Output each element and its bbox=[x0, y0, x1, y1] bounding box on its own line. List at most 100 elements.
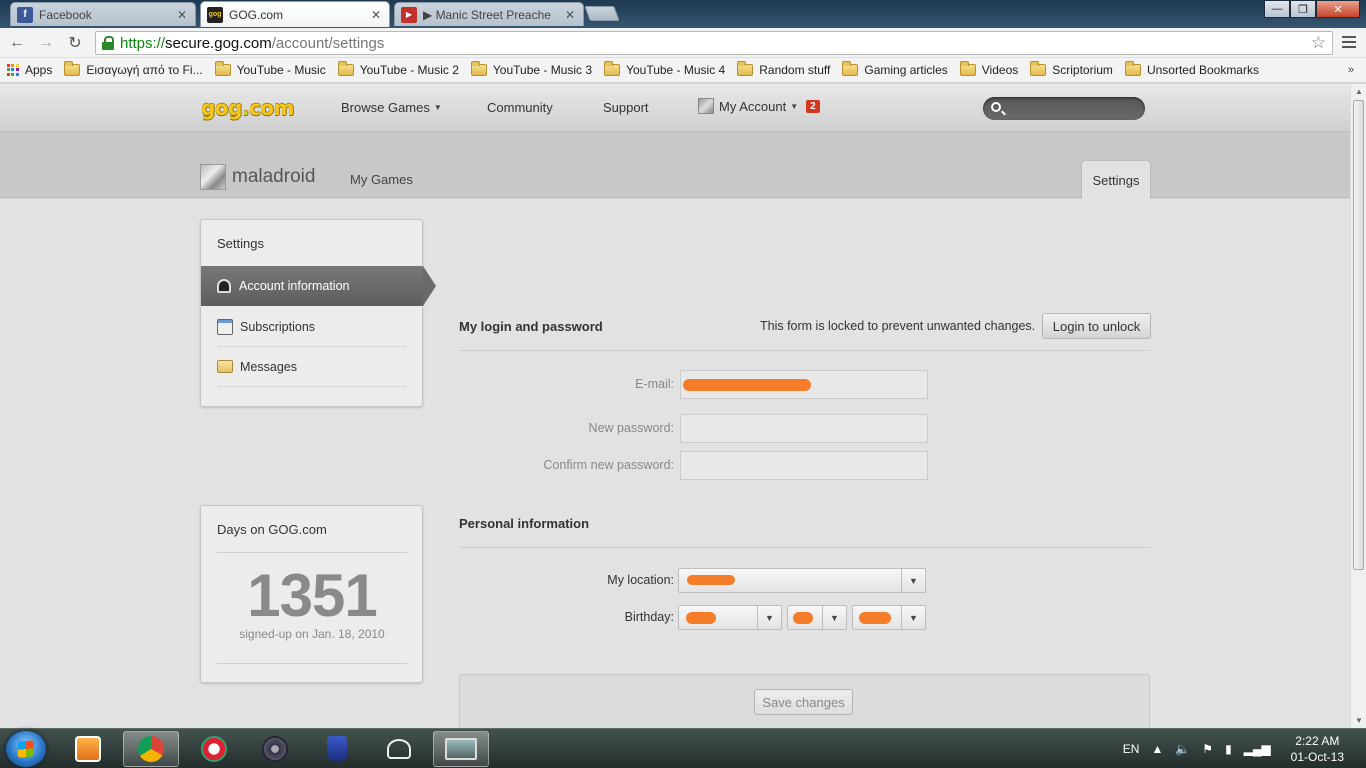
close-tab-icon[interactable]: ✕ bbox=[369, 8, 383, 22]
nav-support[interactable]: Support bbox=[603, 100, 649, 115]
tab-facebook[interactable]: f Facebook ✕ bbox=[10, 2, 196, 26]
chevron-down-icon: ▼ bbox=[822, 606, 846, 629]
back-arrow-icon[interactable]: ← bbox=[7, 33, 27, 53]
reload-icon[interactable]: ↻ bbox=[65, 33, 85, 53]
tab-settings[interactable]: Settings bbox=[1081, 160, 1151, 199]
form-locked-message: This form is locked to prevent unwanted … bbox=[760, 319, 1036, 333]
notification-badge[interactable]: 2 bbox=[806, 99, 820, 113]
bookmark-folder[interactable]: Random stuff bbox=[737, 61, 830, 77]
network-icon[interactable]: ▂▄▆ bbox=[1244, 742, 1271, 756]
sidebar-item-messages[interactable]: Messages bbox=[217, 347, 407, 387]
close-window-icon[interactable]: ✕ bbox=[1316, 0, 1360, 18]
email-label: E-mail: bbox=[635, 377, 674, 391]
taskbar-chrome[interactable] bbox=[123, 731, 179, 767]
forward-arrow-icon[interactable]: → bbox=[36, 33, 56, 53]
birthday-year-select[interactable]: ▼ bbox=[852, 605, 926, 630]
bookmark-folder[interactable]: Gaming articles bbox=[842, 61, 948, 77]
confirm-password-field[interactable] bbox=[680, 451, 928, 480]
scroll-up-icon[interactable]: ▲ bbox=[1355, 87, 1363, 96]
url-host: secure.gog.com bbox=[165, 34, 272, 52]
birthday-day-select[interactable]: ▼ bbox=[787, 605, 847, 630]
personal-section-title: Personal information bbox=[459, 516, 590, 531]
taskbar-monitor-app[interactable] bbox=[433, 731, 489, 767]
days-count: 1351 bbox=[247, 562, 377, 629]
window-controls: — ❐ ✕ bbox=[1264, 0, 1360, 18]
language-indicator[interactable]: EN bbox=[1123, 742, 1140, 756]
new-tab-button[interactable] bbox=[584, 6, 620, 21]
bookmark-label: Videos bbox=[981, 63, 1019, 77]
tray-expand-icon[interactable]: ▲ bbox=[1151, 742, 1163, 756]
redaction-mark bbox=[793, 612, 813, 624]
chevron-down-icon: ▼ bbox=[901, 606, 925, 629]
avatar[interactable] bbox=[200, 164, 226, 190]
taskbar-clock[interactable]: 2:22 AM 01-Oct-13 bbox=[1291, 733, 1344, 765]
taskbar-media-player[interactable] bbox=[60, 731, 116, 767]
sidebar-title: Settings bbox=[217, 236, 264, 251]
browser-toolbar: ← → ↻ https://secure.gog.com/account/set… bbox=[0, 28, 1366, 58]
bookmark-folder[interactable]: YouTube - Music 2 bbox=[337, 61, 459, 77]
bookmark-folder[interactable]: YouTube - Music 4 bbox=[604, 61, 725, 77]
bookmark-folder[interactable]: YouTube - Music bbox=[214, 61, 326, 77]
new-password-label: New password: bbox=[588, 421, 674, 435]
bookmark-folder[interactable]: YouTube - Music 3 bbox=[470, 61, 593, 77]
sidebar-item-account-information[interactable]: Account information bbox=[201, 266, 436, 306]
bookmark-label: YouTube - Music 3 bbox=[492, 63, 593, 77]
scrollbar-thumb[interactable] bbox=[1353, 100, 1364, 570]
minimize-icon[interactable]: — bbox=[1264, 0, 1290, 18]
folder-icon bbox=[470, 61, 487, 76]
bookmark-star-icon[interactable]: ☆ bbox=[1311, 33, 1326, 53]
taskbar-mug-app[interactable] bbox=[309, 731, 365, 767]
search-icon bbox=[991, 102, 1001, 112]
divider bbox=[459, 350, 1150, 351]
ccleaner-icon bbox=[201, 736, 227, 762]
tab-youtube[interactable]: ▶ ▶ Manic Street Preache ✕ bbox=[394, 2, 584, 26]
address-bar[interactable]: https://secure.gog.com/account/settings … bbox=[95, 31, 1333, 55]
close-tab-icon[interactable]: ✕ bbox=[175, 8, 189, 22]
taskbar-steam[interactable] bbox=[247, 731, 303, 767]
taskbar-ccleaner[interactable] bbox=[186, 731, 242, 767]
windows-taskbar: EN ▲ 🔈 ⚑ ▮ ▂▄▆ 2:22 AM 01-Oct-13 bbox=[0, 728, 1366, 768]
search-input[interactable] bbox=[983, 97, 1145, 120]
nav-browse-games[interactable]: Browse Games ▼ bbox=[341, 100, 442, 115]
bookmarks-overflow-icon[interactable]: » bbox=[1348, 64, 1354, 76]
days-title: Days on GOG.com bbox=[217, 522, 327, 537]
flag-icon[interactable]: ⚑ bbox=[1202, 742, 1213, 756]
nav-community[interactable]: Community bbox=[487, 100, 553, 115]
power-icon[interactable]: ▮ bbox=[1225, 742, 1232, 756]
email-field[interactable] bbox=[680, 370, 928, 399]
tab-title: GOG.com bbox=[229, 7, 284, 22]
birthday-month-select[interactable]: ▼ bbox=[678, 605, 782, 630]
bookmark-label: Apps bbox=[25, 63, 53, 77]
gog-logo[interactable]: gog.com bbox=[201, 96, 294, 120]
chevron-down-icon: ▼ bbox=[757, 606, 781, 629]
sidebar-item-subscriptions[interactable]: Subscriptions bbox=[217, 307, 407, 347]
clock-date: 01-Oct-13 bbox=[1290, 750, 1344, 764]
bookmarks-bar: Apps Εισαγωγή από το Fi... YouTube - Mus… bbox=[0, 58, 1366, 83]
confirm-password-label: Confirm new password: bbox=[543, 458, 674, 472]
scroll-down-icon[interactable]: ▼ bbox=[1355, 716, 1363, 725]
page-scrollbar[interactable]: ▲ ▼ bbox=[1350, 84, 1366, 728]
location-select[interactable]: ▼ bbox=[678, 568, 926, 593]
tab-gog[interactable]: gog GOG.com ✕ bbox=[200, 1, 390, 27]
maximize-icon[interactable]: ❐ bbox=[1290, 0, 1316, 18]
new-password-field[interactable] bbox=[680, 414, 928, 443]
page-viewport: gog.com Browse Games ▼ Community Support … bbox=[0, 84, 1350, 728]
bookmark-folder[interactable]: Unsorted Bookmarks bbox=[1124, 61, 1259, 77]
newsletter-icon bbox=[217, 318, 233, 335]
my-games-link[interactable]: My Games bbox=[350, 172, 413, 187]
save-changes-button[interactable]: Save changes bbox=[754, 689, 853, 715]
bookmark-apps[interactable]: Apps bbox=[7, 63, 52, 77]
bookmark-folder[interactable]: Videos bbox=[959, 61, 1019, 77]
bookmark-folder[interactable]: Εισαγωγή από το Fi... bbox=[64, 61, 203, 77]
logo-gog: gog bbox=[201, 96, 242, 120]
bookmark-label: Unsorted Bookmarks bbox=[1146, 63, 1259, 77]
start-button[interactable] bbox=[6, 731, 46, 767]
volume-icon[interactable]: 🔈 bbox=[1175, 742, 1190, 756]
bookmark-folder[interactable]: Scriptorium bbox=[1030, 61, 1113, 77]
taskbar-app[interactable] bbox=[371, 731, 427, 767]
chrome-menu-icon[interactable] bbox=[1342, 36, 1356, 51]
close-tab-icon[interactable]: ✕ bbox=[563, 8, 577, 22]
nav-my-account[interactable]: My Account ▼ 2 bbox=[698, 98, 820, 114]
login-to-unlock-button[interactable]: Login to unlock bbox=[1042, 313, 1151, 339]
profile-username[interactable]: maladroid bbox=[232, 166, 315, 188]
